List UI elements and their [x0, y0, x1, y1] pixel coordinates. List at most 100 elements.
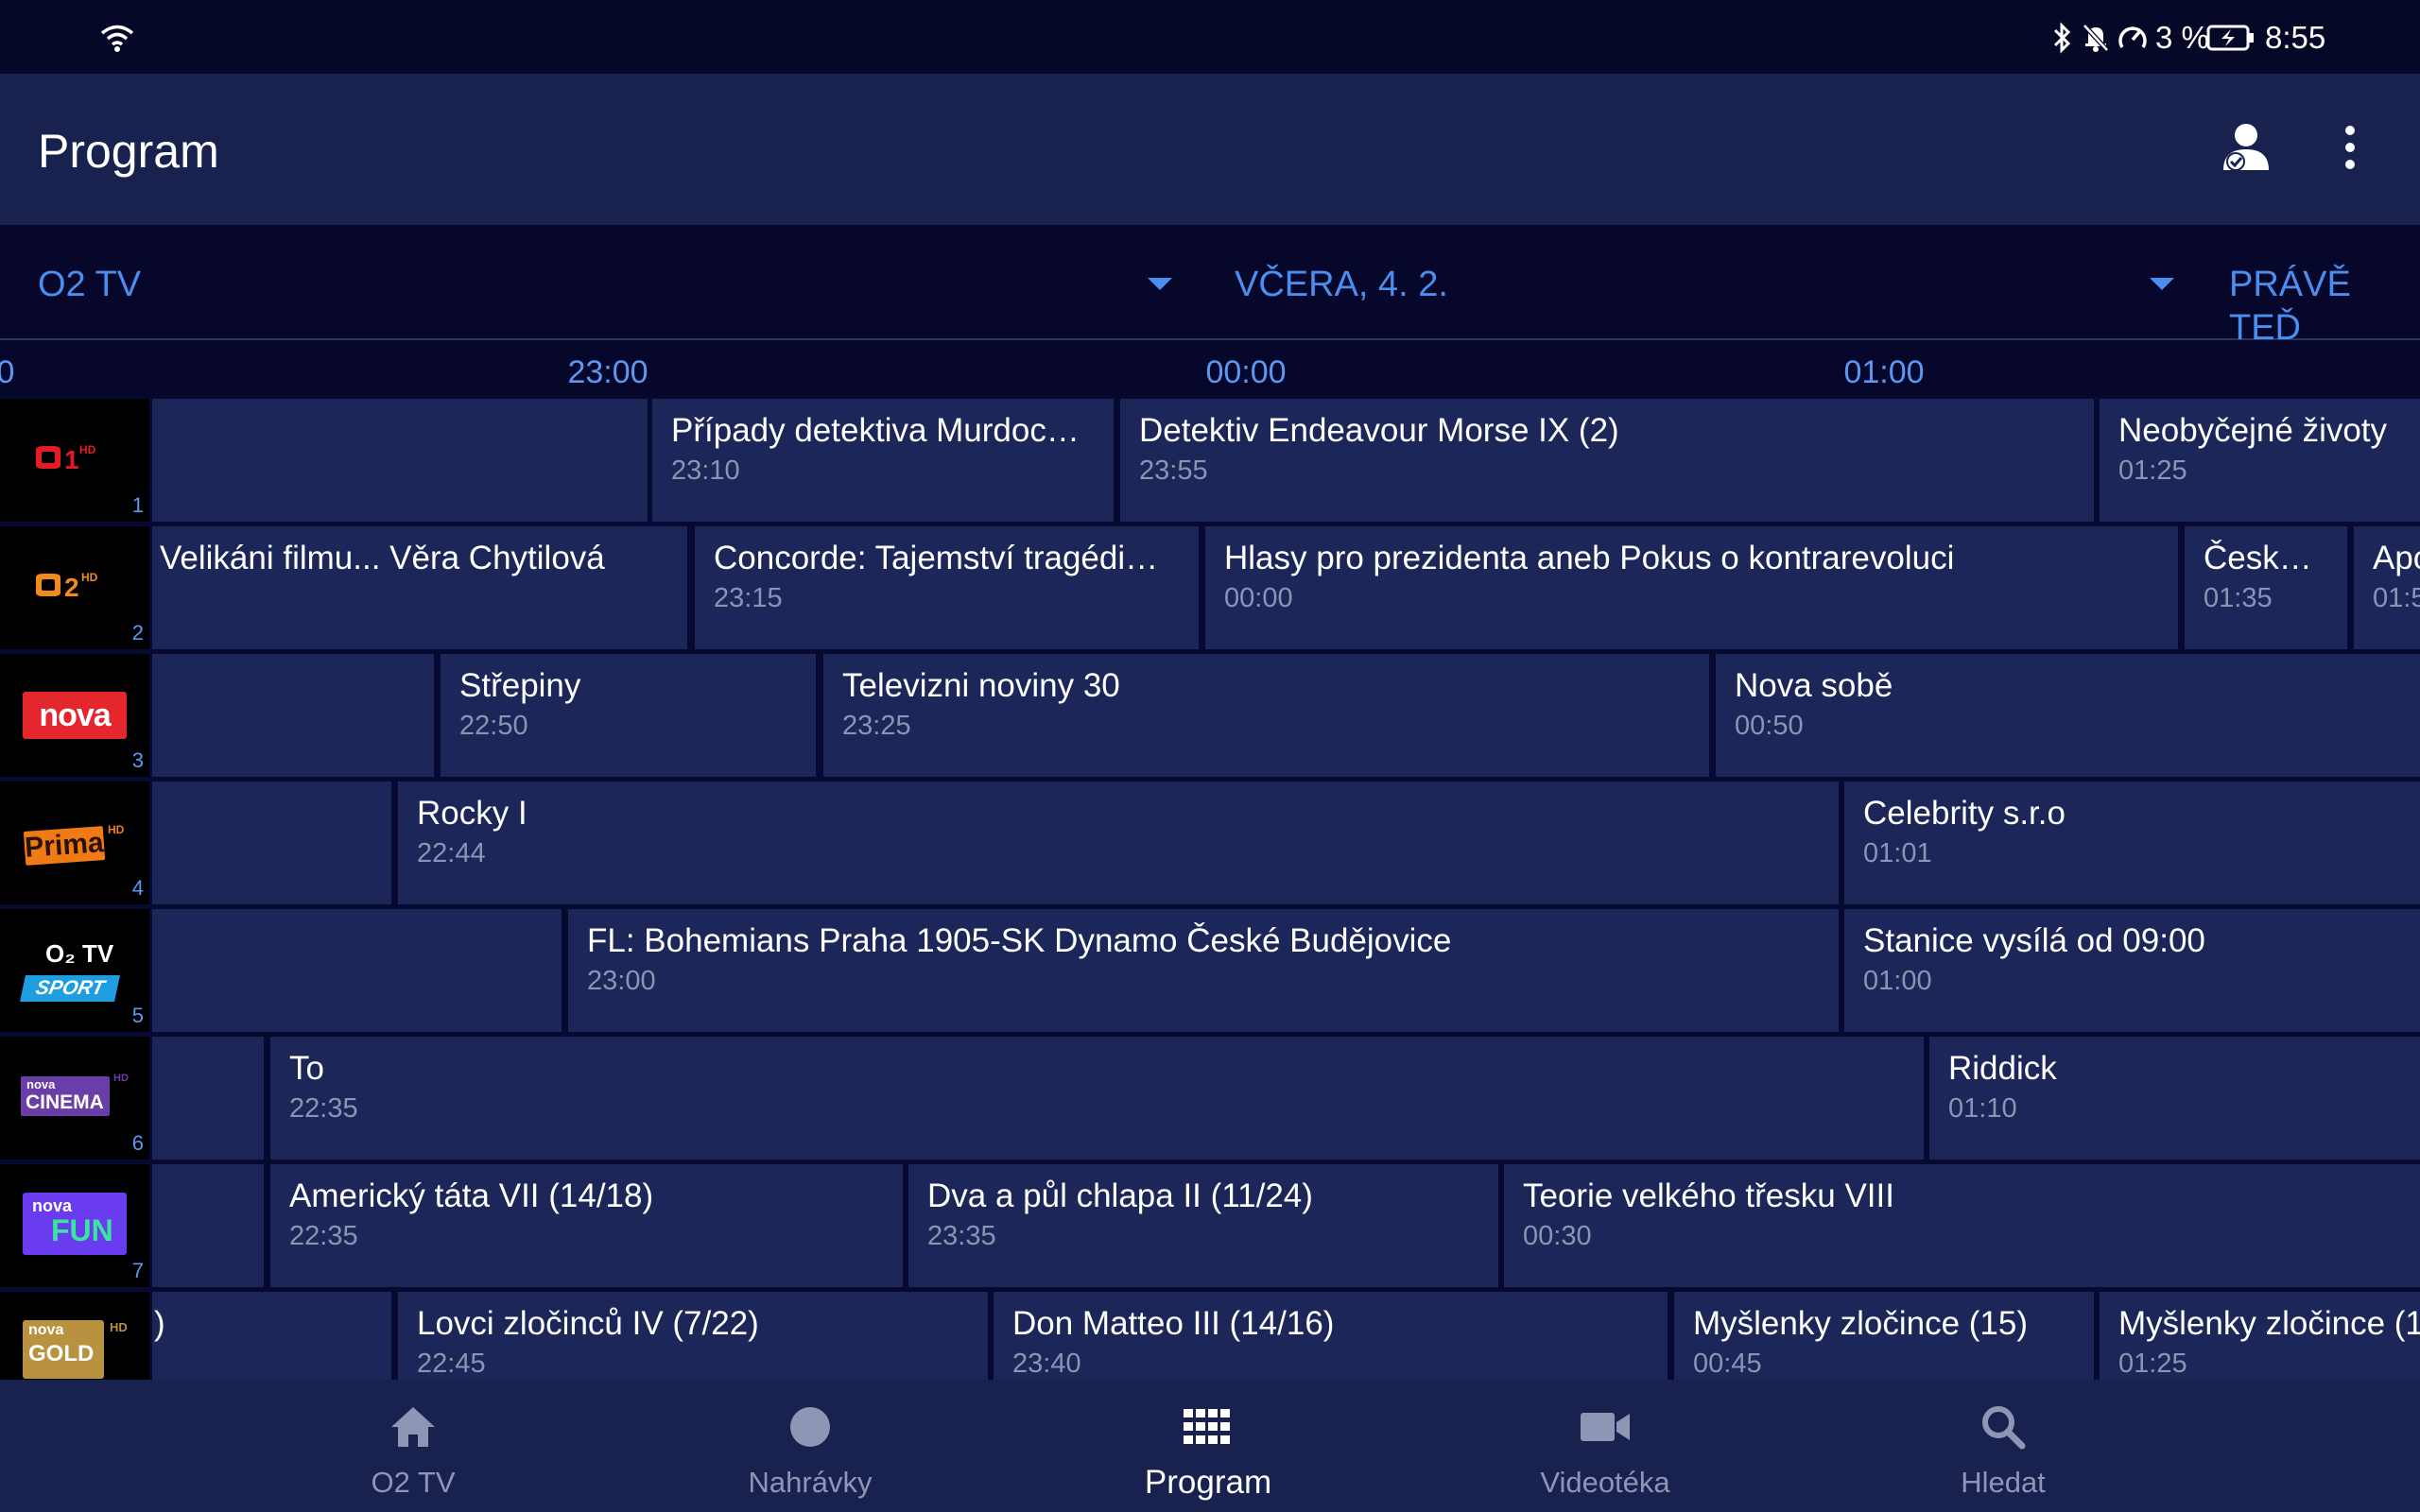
program-grid[interactable]: Případy detektiva Murdoc… 23:10 Detektiv… [0, 397, 2420, 1380]
program-time: 23:55 [1139, 455, 1208, 486]
channel-logo-ct1[interactable]: 1 HD 1 [0, 399, 149, 522]
program-tile[interactable]: Teorie velkého třesku VIII 00:30 [1504, 1164, 2420, 1287]
channel-number: 1 [131, 493, 144, 517]
program-time: 00:45 [1693, 1349, 1762, 1379]
channel-logo-nova[interactable]: nova 3 [0, 654, 149, 777]
program-title: Myšlenky zločince (1 [2118, 1305, 2420, 1342]
nav-item-nahravky[interactable]: Nahrávky [668, 1380, 952, 1512]
ct2-logo: 2 HD [32, 568, 117, 607]
program-time: 23:10 [671, 455, 740, 486]
program-tile[interactable]: ) [152, 1292, 391, 1380]
clock: 8:55 [2265, 20, 2326, 55]
channel-row: To 22:35 Riddick 01:10 nova CINEMA HD 6 [0, 1037, 2420, 1160]
program-tile[interactable]: Rocky I 22:44 [398, 782, 1839, 904]
program-tile[interactable]: Velikáni filmu... Věra Chytilová [152, 526, 687, 649]
nav-label: Hledat [1961, 1466, 2046, 1499]
nav-item-hledat[interactable]: Hledat [1861, 1380, 2145, 1512]
logo-bottom-text: FUN [51, 1213, 113, 1247]
program-tile[interactable]: Concorde: Tajemství tragédi… 23:15 [695, 526, 1199, 649]
more-options-button[interactable] [2316, 115, 2384, 183]
search-icon [1965, 1397, 2041, 1457]
channel-logo-ct2[interactable]: 2 HD 2 [0, 526, 149, 649]
program-tile[interactable]: Stanice vysílá od 09:00 01:00 [1844, 909, 2420, 1032]
program-tile[interactable]: To 22:35 [270, 1037, 1924, 1160]
channel-logo-prima[interactable]: Prima HD 4 [0, 782, 149, 904]
program-tile[interactable]: Myšlenky zločince (15) 00:45 [1674, 1292, 2094, 1380]
program-tile[interactable]: Lovci zločinců IV (7/22) 22:45 [398, 1292, 988, 1380]
nav-label: Nahrávky [748, 1466, 873, 1499]
logo-badge: HD [81, 571, 98, 584]
chevron-down-icon [2150, 278, 2174, 290]
program-tile[interactable] [152, 782, 391, 904]
program-time: 23:00 [587, 966, 656, 996]
program-tile[interactable]: Střepiny 22:50 [441, 654, 816, 777]
program-title: Apo [2373, 540, 2420, 576]
channel-row: Velikáni filmu... Věra Chytilová Concord… [0, 526, 2420, 649]
timeline[interactable]: 0 23:00 00:00 01:00 [0, 340, 2420, 397]
account-button[interactable] [2212, 115, 2280, 183]
channel-logo-o2-sport[interactable]: O₂ TV SPORT 5 [0, 909, 149, 1032]
program-title: Stanice vysílá od 09:00 [1863, 922, 2205, 959]
time-label: 0 [0, 354, 15, 390]
grid-icon [1170, 1397, 1246, 1457]
wifi-icon [98, 19, 136, 57]
program-tile[interactable]: Myšlenky zločince (1 01:25 [2100, 1292, 2420, 1380]
program-time: 22:45 [417, 1349, 486, 1379]
program-tile[interactable]: Apo 01:5 [2354, 526, 2420, 649]
channel-number: 6 [131, 1131, 144, 1155]
nav-item-o2-tv[interactable]: O2 TV [271, 1380, 555, 1512]
home-icon [375, 1397, 451, 1457]
program-tile[interactable]: Detektiv Endeavour Morse IX (2) 23:55 [1120, 399, 2094, 522]
program-tile[interactable]: Riddick 01:10 [1929, 1037, 2420, 1160]
filter-bar: O2 TV VČERA, 4. 2. PRÁVĚ TEĎ [0, 225, 2420, 348]
channel-number: 7 [131, 1259, 144, 1282]
program-title: Don Matteo III (14/16) [1012, 1305, 1335, 1342]
program-title: Neobyčejné životy [2118, 412, 2388, 449]
program-time: 01:00 [1863, 966, 1932, 996]
program-tile[interactable]: Neobyčejné životy 01:25 [2100, 399, 2420, 522]
program-tile[interactable]: Hlasy pro prezidenta aneb Pokus o kontra… [1205, 526, 2178, 649]
logo-bottom-text: CINEMA [26, 1091, 104, 1113]
program-time: 00:50 [1735, 711, 1804, 741]
program-tile[interactable]: Dva a půl chlapa II (11/24) 23:35 [908, 1164, 1498, 1287]
logo-text: 1 [64, 445, 79, 474]
program-title: Případy detektiva Murdoc… [671, 412, 1080, 449]
program-time: 00:00 [1224, 583, 1293, 613]
logo-bottom-text: GOLD [28, 1341, 95, 1366]
program-tile[interactable]: Případy detektiva Murdoc… 23:10 [652, 399, 1114, 522]
program-tile[interactable]: Celebrity s.r.o 01:01 [1844, 782, 2420, 904]
chevron-down-icon [1148, 278, 1172, 290]
program-tile[interactable]: Televizni noviny 30 23:25 [823, 654, 1709, 777]
program-tile[interactable] [152, 399, 648, 522]
nav-item-videoteka[interactable]: Videotéka [1463, 1380, 1747, 1512]
program-tile[interactable]: Nova sobě 00:50 [1716, 654, 2420, 777]
program-tile[interactable]: Don Matteo III (14/16) 23:40 [994, 1292, 1668, 1380]
program-tile[interactable]: FL: Bohemians Praha 1905-SK Dynamo České… [568, 909, 1839, 1032]
program-title: Detektiv Endeavour Morse IX (2) [1139, 412, 1619, 449]
nova-logo: nova [23, 692, 127, 739]
channel-logo-nova-cinema[interactable]: nova CINEMA HD 6 [0, 1037, 149, 1160]
now-button[interactable]: PRÁVĚ TEĎ [2229, 263, 2420, 350]
channel-logo-nova-gold[interactable]: nova GOLD HD [0, 1292, 149, 1380]
provider-dropdown[interactable]: O2 TV [0, 225, 1191, 338]
program-title: Nova sobě [1735, 667, 1893, 704]
nav-item-program[interactable]: Program [1066, 1380, 1350, 1512]
program-tile[interactable] [152, 654, 434, 777]
program-tile[interactable] [152, 1037, 264, 1160]
channel-logo-nova-fun[interactable]: nova FUN 7 [0, 1164, 149, 1287]
logo-badge: HD [79, 443, 96, 456]
program-tile[interactable]: Česko… 01:35 [2185, 526, 2347, 649]
nav-label: Program [1144, 1464, 1272, 1501]
program-tile[interactable] [152, 909, 562, 1032]
program-time: 01:01 [1863, 838, 1932, 868]
date-dropdown[interactable]: VČERA, 4. 2. [1201, 225, 2184, 338]
program-time: 22:44 [417, 838, 486, 868]
program-tile[interactable] [152, 1164, 264, 1287]
status-bar: 3 % 8:55 [0, 0, 2420, 74]
program-tile[interactable]: Americký táta VII (14/18) 22:35 [270, 1164, 903, 1287]
program-title: Televizni noviny 30 [842, 667, 1120, 704]
sport-badge: SPORT [20, 975, 120, 1002]
battery-percent: 3 % [2155, 20, 2209, 55]
program-time: 22:35 [289, 1093, 358, 1124]
more-vertical-icon [2341, 124, 2360, 176]
